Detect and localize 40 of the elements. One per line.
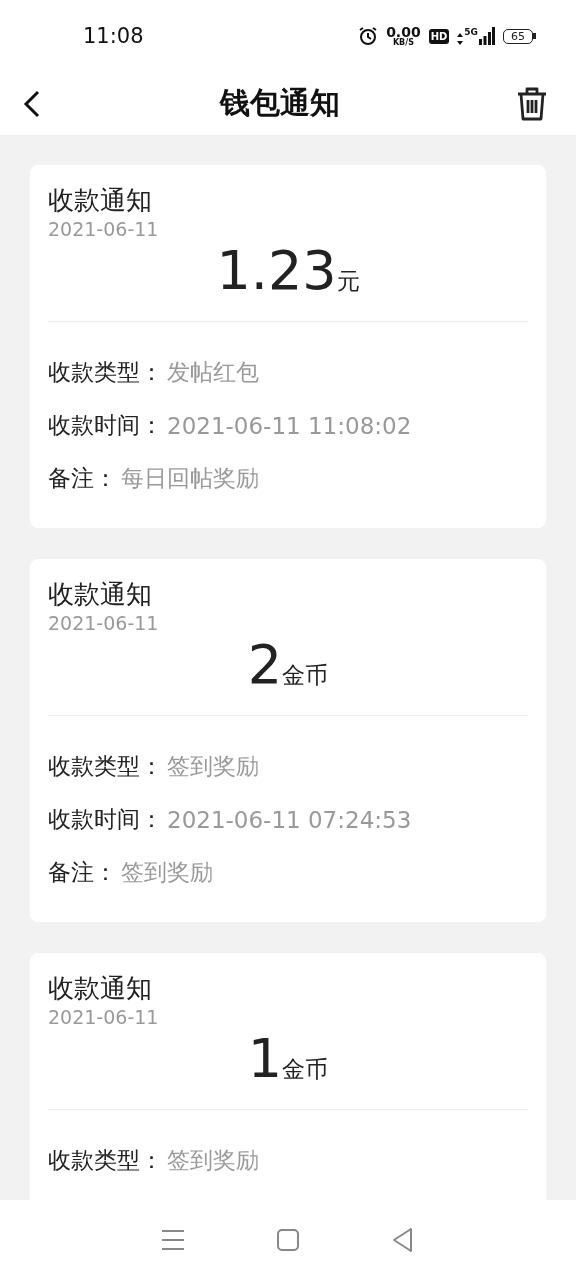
- field-label: 收款类型：: [48, 1146, 163, 1175]
- notice-date: 2021-06-11: [48, 611, 160, 635]
- notice-date: 2021-06-11: [48, 1005, 160, 1029]
- field-value: 签到奖励: [121, 858, 213, 887]
- menu-icon: [160, 1229, 185, 1251]
- field-value: 2021-06-11 11:08:02: [167, 412, 412, 439]
- battery-icon: 65: [503, 28, 536, 44]
- notice-title: 收款通知: [48, 973, 153, 1003]
- field-value: 签到奖励: [167, 752, 259, 781]
- amount-unit: 元: [336, 267, 360, 296]
- notice-date: 2021-06-11: [48, 217, 160, 241]
- field-label: 收款时间：: [48, 805, 163, 834]
- field-label: 备注：: [48, 464, 117, 493]
- clock-time: 11:08: [83, 24, 145, 48]
- hd-badge: HD: [428, 28, 450, 44]
- field-value: 每日回帖奖励: [121, 464, 259, 493]
- alarm-icon: [358, 26, 379, 46]
- field-label: 收款类型：: [48, 752, 163, 781]
- field-value: 发帖红包: [167, 358, 259, 387]
- net-speed-unit: KB/S: [392, 39, 414, 47]
- signal-icon: [479, 27, 495, 45]
- trash-icon: [516, 86, 548, 121]
- home-button[interactable]: [274, 1226, 302, 1254]
- amount-unit: 金币: [282, 661, 329, 690]
- network-type: 5G: [464, 27, 478, 37]
- field-label: 收款类型：: [48, 358, 163, 387]
- net-speed: 0.00: [386, 25, 421, 39]
- amount-value: 2: [247, 635, 283, 695]
- field-label: 收款时间：: [48, 411, 163, 440]
- amount-value: 1.23: [216, 241, 337, 301]
- amount-unit: 金币: [282, 1056, 329, 1084]
- field-value: 2021-06-11 07:24:53: [167, 806, 412, 833]
- page-title: 钱包通知: [220, 84, 340, 122]
- square-icon: [276, 1228, 300, 1252]
- notice-title: 收款通知: [48, 579, 153, 609]
- field-value: 签到奖励: [167, 1146, 259, 1175]
- data-arrows-icon: [457, 33, 464, 45]
- field-label: 备注：: [48, 858, 117, 887]
- amount-value: 1: [247, 1029, 283, 1089]
- notice-title: 收款通知: [48, 185, 153, 215]
